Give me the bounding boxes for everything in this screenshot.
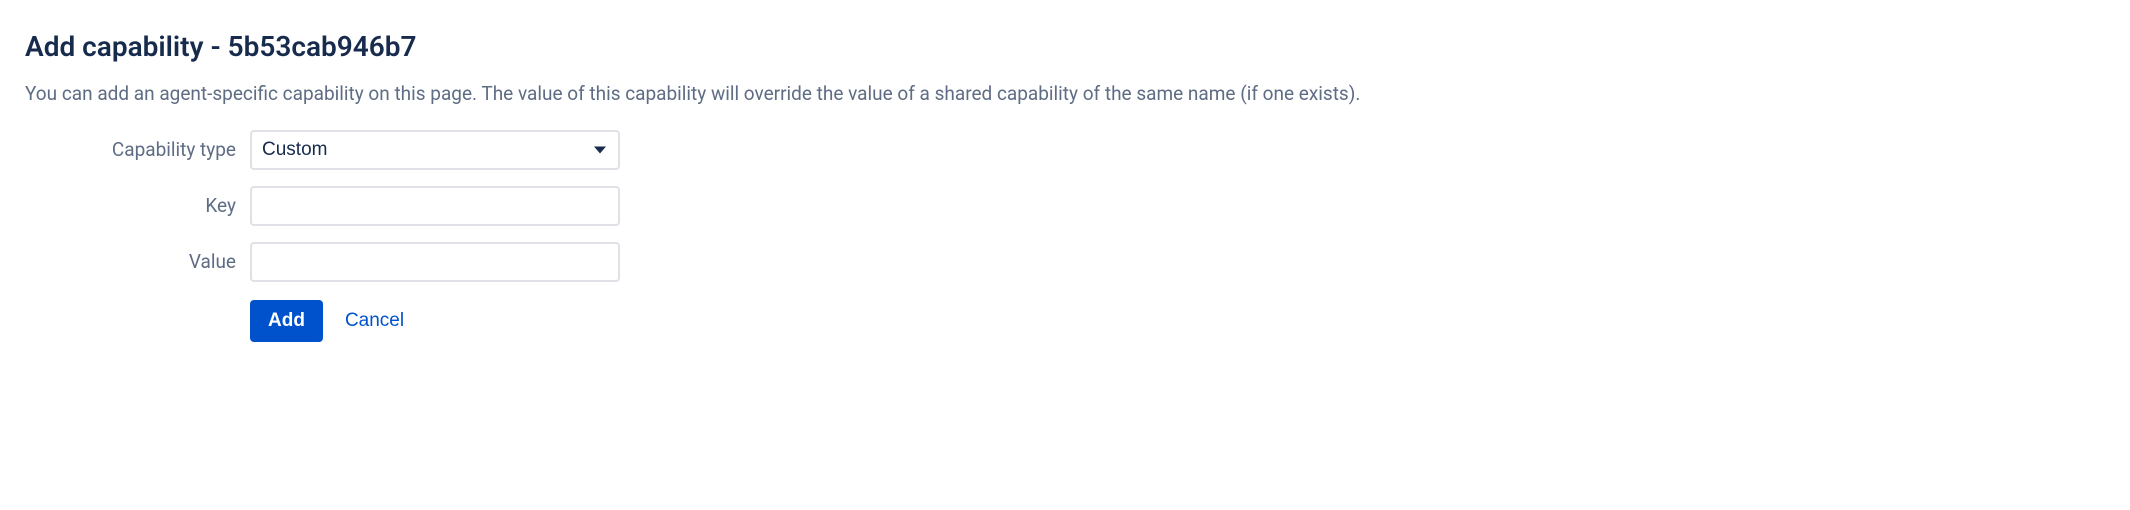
value-row: Value (25, 242, 2105, 282)
page-title: Add capability - 5b53cab946b7 (25, 30, 2105, 63)
capability-type-label: Capability type (25, 138, 250, 161)
capability-type-row: Capability type Custom (25, 130, 2105, 170)
value-label: Value (25, 250, 250, 273)
key-label: Key (25, 194, 250, 217)
button-row: Add Cancel (25, 300, 2105, 342)
key-row: Key (25, 186, 2105, 226)
value-input[interactable] (250, 242, 620, 282)
capability-type-select[interactable]: Custom (250, 130, 620, 170)
capability-type-select-wrapper: Custom (250, 130, 620, 170)
add-button[interactable]: Add (250, 300, 323, 342)
cancel-button[interactable]: Cancel (345, 300, 404, 342)
key-input[interactable] (250, 186, 620, 226)
page-description: You can add an agent-specific capability… (25, 81, 2105, 108)
